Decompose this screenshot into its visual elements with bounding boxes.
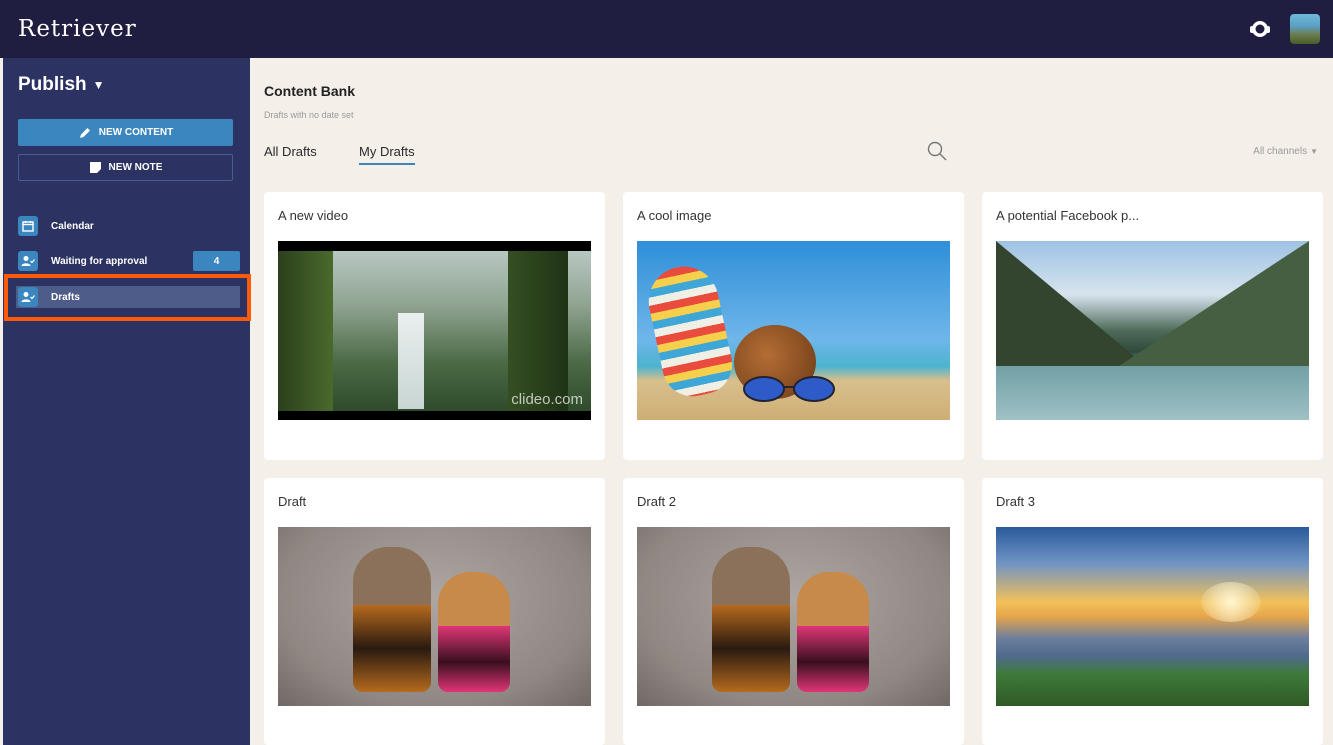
top-bar: Retriever xyxy=(0,0,1333,58)
draft-card[interactable]: A cool image xyxy=(623,192,964,460)
chevron-down-icon: ▼ xyxy=(92,77,105,92)
image-detail xyxy=(508,251,568,411)
card-image-thumbnail[interactable] xyxy=(278,527,591,706)
card-title: A potential Facebook p... xyxy=(996,208,1140,223)
sidebar: Publish ▼ NEW CONTENT NEW NOTE Calendar xyxy=(3,58,250,745)
user-avatar[interactable] xyxy=(1290,14,1320,44)
card-image-thumbnail[interactable] xyxy=(996,527,1309,706)
image-detail xyxy=(1201,582,1261,622)
search-icon[interactable] xyxy=(926,140,948,162)
app-logo[interactable]: Retriever xyxy=(18,16,137,42)
approval-count-badge: 4 xyxy=(193,251,240,271)
image-detail xyxy=(1119,241,1309,366)
tab-all-drafts[interactable]: All Drafts xyxy=(264,144,317,159)
image-detail xyxy=(743,376,835,402)
image-detail xyxy=(642,260,738,402)
draft-card[interactable]: A new video clideo.com xyxy=(264,192,605,460)
image-detail xyxy=(712,547,790,692)
user-check-icon xyxy=(18,251,38,271)
drafts-highlight-box xyxy=(4,274,251,321)
image-detail xyxy=(398,313,424,409)
image-detail xyxy=(438,572,510,692)
card-image-thumbnail[interactable] xyxy=(996,241,1309,420)
publish-label: Publish xyxy=(18,74,87,95)
draft-card[interactable]: Draft 3 xyxy=(982,478,1323,745)
pencil-icon xyxy=(79,127,90,138)
card-image-thumbnail[interactable] xyxy=(637,527,950,706)
chevron-down-icon: ▼ xyxy=(1310,147,1318,156)
card-image-thumbnail[interactable] xyxy=(637,241,950,420)
card-video-thumbnail[interactable]: clideo.com xyxy=(278,241,591,420)
main-content: Content Bank Drafts with no date set All… xyxy=(250,58,1333,745)
sidebar-item-calendar[interactable]: Calendar xyxy=(16,215,240,237)
sidebar-item-label: Waiting for approval xyxy=(51,255,148,267)
card-title: Draft 2 xyxy=(637,494,677,509)
page-title: Content Bank xyxy=(264,83,355,99)
video-watermark: clideo.com xyxy=(511,391,583,408)
image-detail xyxy=(353,547,431,692)
draft-card[interactable]: Draft xyxy=(264,478,605,745)
publish-menu[interactable]: Publish ▼ xyxy=(18,74,105,96)
support-icon[interactable] xyxy=(1245,14,1275,44)
draft-card[interactable]: Draft 2 xyxy=(623,478,964,745)
card-title: A new video xyxy=(278,208,349,223)
card-title: Draft xyxy=(278,494,307,509)
new-content-button[interactable]: NEW CONTENT xyxy=(18,119,233,146)
sidebar-item-waiting-for-approval[interactable]: Waiting for approval 4 xyxy=(16,250,240,272)
new-content-label: NEW CONTENT xyxy=(98,127,174,138)
image-detail xyxy=(797,572,869,692)
new-note-button[interactable]: NEW NOTE xyxy=(18,154,233,181)
card-title: Draft 3 xyxy=(996,494,1036,509)
new-note-label: NEW NOTE xyxy=(108,162,163,173)
channel-filter-label: All channels xyxy=(1253,146,1308,157)
channel-filter-dropdown[interactable]: All channels ▼ xyxy=(1253,146,1318,157)
tab-my-drafts[interactable]: My Drafts xyxy=(359,144,415,165)
calendar-icon xyxy=(18,216,38,236)
draft-card[interactable]: A potential Facebook p... xyxy=(982,192,1323,460)
note-icon xyxy=(89,162,101,173)
card-title: A cool image xyxy=(637,208,712,223)
page-subtitle: Drafts with no date set xyxy=(264,110,354,120)
sidebar-item-label: Calendar xyxy=(51,220,94,232)
image-detail xyxy=(278,251,333,411)
